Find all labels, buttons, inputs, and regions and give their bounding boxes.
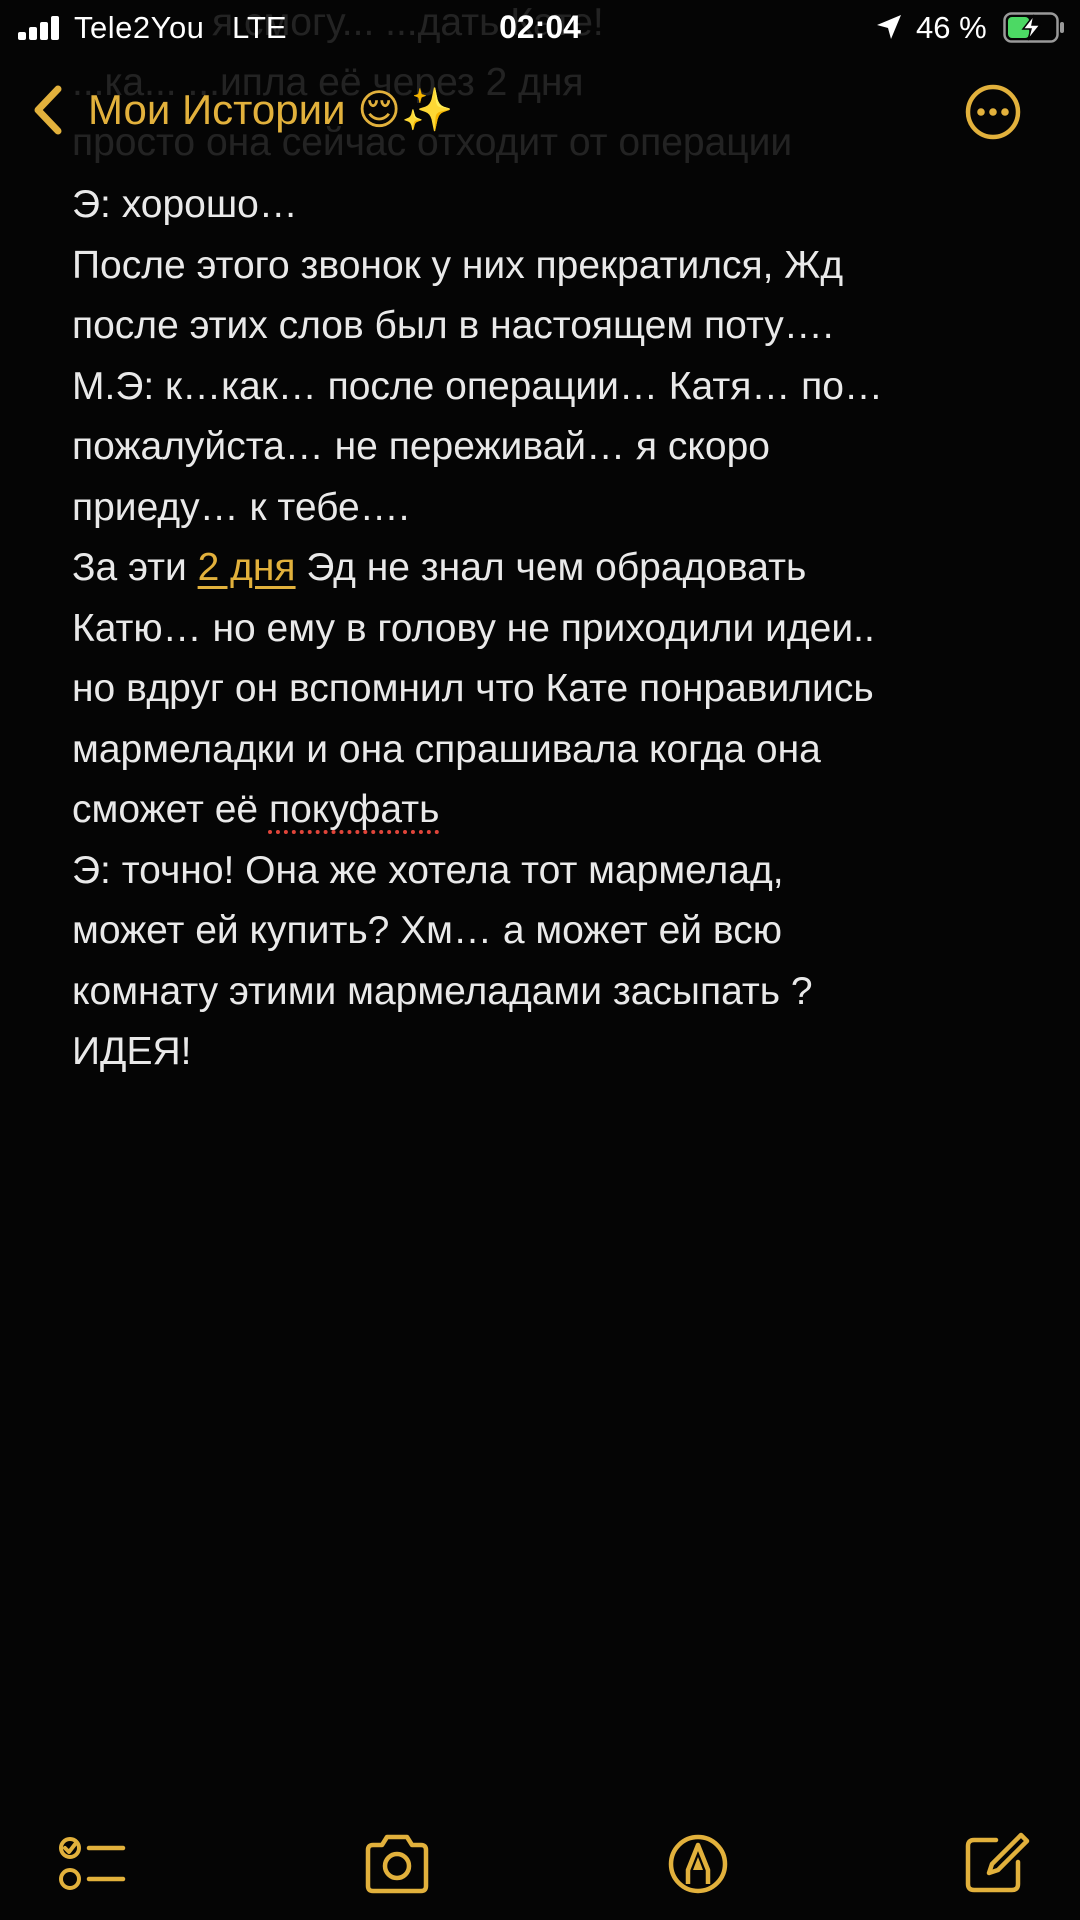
camera-icon	[365, 1834, 429, 1894]
note-line: после этих слов был в настоящем поту….	[72, 296, 1032, 357]
more-options-icon[interactable]	[963, 82, 1023, 142]
markup-pen-icon	[668, 1834, 728, 1894]
compose-icon	[965, 1832, 1030, 1893]
battery-percent: 46 %	[916, 10, 987, 45]
camera-button[interactable]	[362, 1832, 432, 1896]
note-text: приеду… к тебе….	[72, 485, 410, 529]
note-text: после этих слов был в настоящем поту….	[72, 304, 834, 347]
note-text: Катю… но ему в голову не приходили идеи.…	[72, 606, 875, 650]
note-line: но вдруг он вспомнил что Кате понравилис…	[72, 659, 1032, 720]
back-button[interactable]: Мои Истории 😌✨	[30, 80, 453, 140]
location-arrow-icon	[877, 15, 901, 39]
misspelled-word[interactable]: покуфать	[269, 788, 439, 831]
note-text: но вдруг он вспомнил что Кате понравилис…	[72, 667, 874, 710]
note-text: Э: точно! Она же хотела тот мармелад,	[72, 848, 784, 892]
note-line: пожалуйста… не переживай… я скоро	[72, 417, 1032, 478]
compose-button[interactable]	[960, 1832, 1030, 1896]
checklist-icon	[59, 1837, 126, 1890]
note-line: Катю… но ему в голову не приходили идеи.…	[72, 599, 1032, 660]
chevron-left-icon	[34, 85, 62, 135]
battery-charging-icon	[1003, 12, 1064, 43]
note-text: комнату этими мармеладами засыпать ?	[72, 969, 813, 1013]
date-link[interactable]: 2 дня	[198, 546, 296, 589]
note-text: может ей купить? Хм… а может ей всю	[72, 909, 782, 952]
note-line: ИДЕЯ!	[72, 1022, 1032, 1083]
status-bar: Tele2You LTE 02:04 46 %	[0, 0, 1080, 54]
note-line: сможет её покуфать	[72, 780, 1032, 841]
note-text: Эд не знал чем обрадовать	[295, 546, 807, 589]
note-text: За эти	[72, 546, 198, 589]
note-text: Э: хорошо…	[72, 183, 298, 226]
navigation-bar: Мои Истории 😌✨	[0, 70, 1080, 150]
note-text-body[interactable]: Э: хорошо… После этого звонок у них прекр…	[72, 175, 1032, 1083]
note-text: пожалуйста… не переживай… я скоро	[72, 425, 770, 468]
note-text: сможет её	[72, 788, 269, 831]
markup-button[interactable]	[663, 1832, 733, 1896]
note-text: После этого звонок у них прекратился, Жд	[72, 243, 844, 287]
note-line: Э: хорошо…	[72, 175, 1032, 236]
note-text: М.Э: к…как… после операции… Катя… по…	[72, 364, 883, 408]
note-text: мармеладки и она спрашивала когда она	[72, 727, 821, 771]
note-text: ИДЕЯ!	[72, 1030, 192, 1073]
checklist-button[interactable]	[57, 1832, 127, 1896]
note-line: мармеладки и она спрашивала когда она	[72, 720, 1032, 781]
note-line: После этого звонок у них прекратился, Жд	[72, 236, 1032, 297]
note-line: комнату этими мармеладами засыпать ?	[72, 962, 1032, 1023]
note-line: приеду… к тебе….	[72, 478, 1032, 539]
note-line: За эти 2 дня Эд не знал чем обрадовать	[72, 538, 1032, 599]
bottom-toolbar	[0, 1800, 1080, 1920]
note-line: может ей купить? Хм… а может ей всю	[72, 901, 1032, 962]
back-label-folder-name: Мои Истории 😌✨	[88, 86, 454, 133]
note-line: М.Э: к…как… после операции… Катя… по…	[72, 357, 1032, 418]
note-line: Э: точно! Она же хотела тот мармелад,	[72, 841, 1032, 902]
